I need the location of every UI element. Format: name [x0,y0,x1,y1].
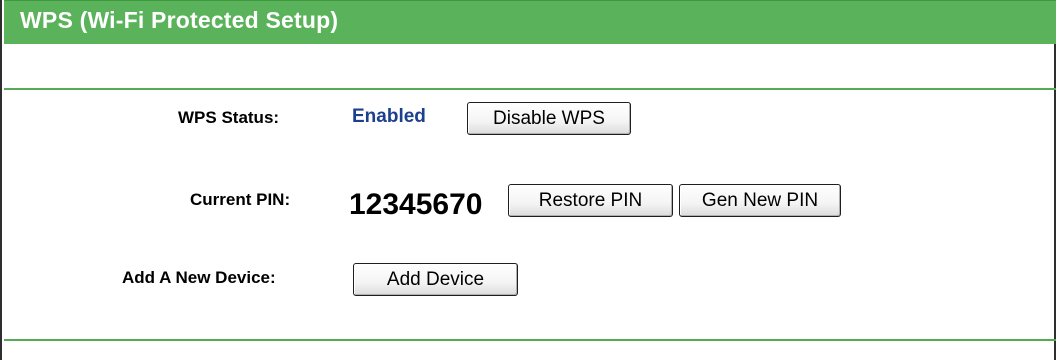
bottom-divider [4,339,1056,341]
wps-panel: WPS (Wi-Fi Protected Setup) WPS Status: … [0,0,1056,360]
current-pin-label: Current PIN: [190,190,291,209]
add-device-label: Add A New Device: [122,268,276,287]
panel-header: WPS (Wi-Fi Protected Setup) [4,0,1056,44]
wps-status-value: Enabled [352,106,426,127]
restore-pin-button[interactable]: Restore PIN [508,184,673,217]
disable-wps-button[interactable]: Disable WPS [467,102,631,135]
gen-new-pin-button[interactable]: Gen New PIN [679,184,841,217]
top-divider [4,88,1056,90]
wps-status-label: WPS Status: [178,108,280,127]
current-pin-value: 12345670 [349,188,483,221]
add-device-button[interactable]: Add Device [353,263,518,296]
page-title: WPS (Wi-Fi Protected Setup) [20,7,339,33]
